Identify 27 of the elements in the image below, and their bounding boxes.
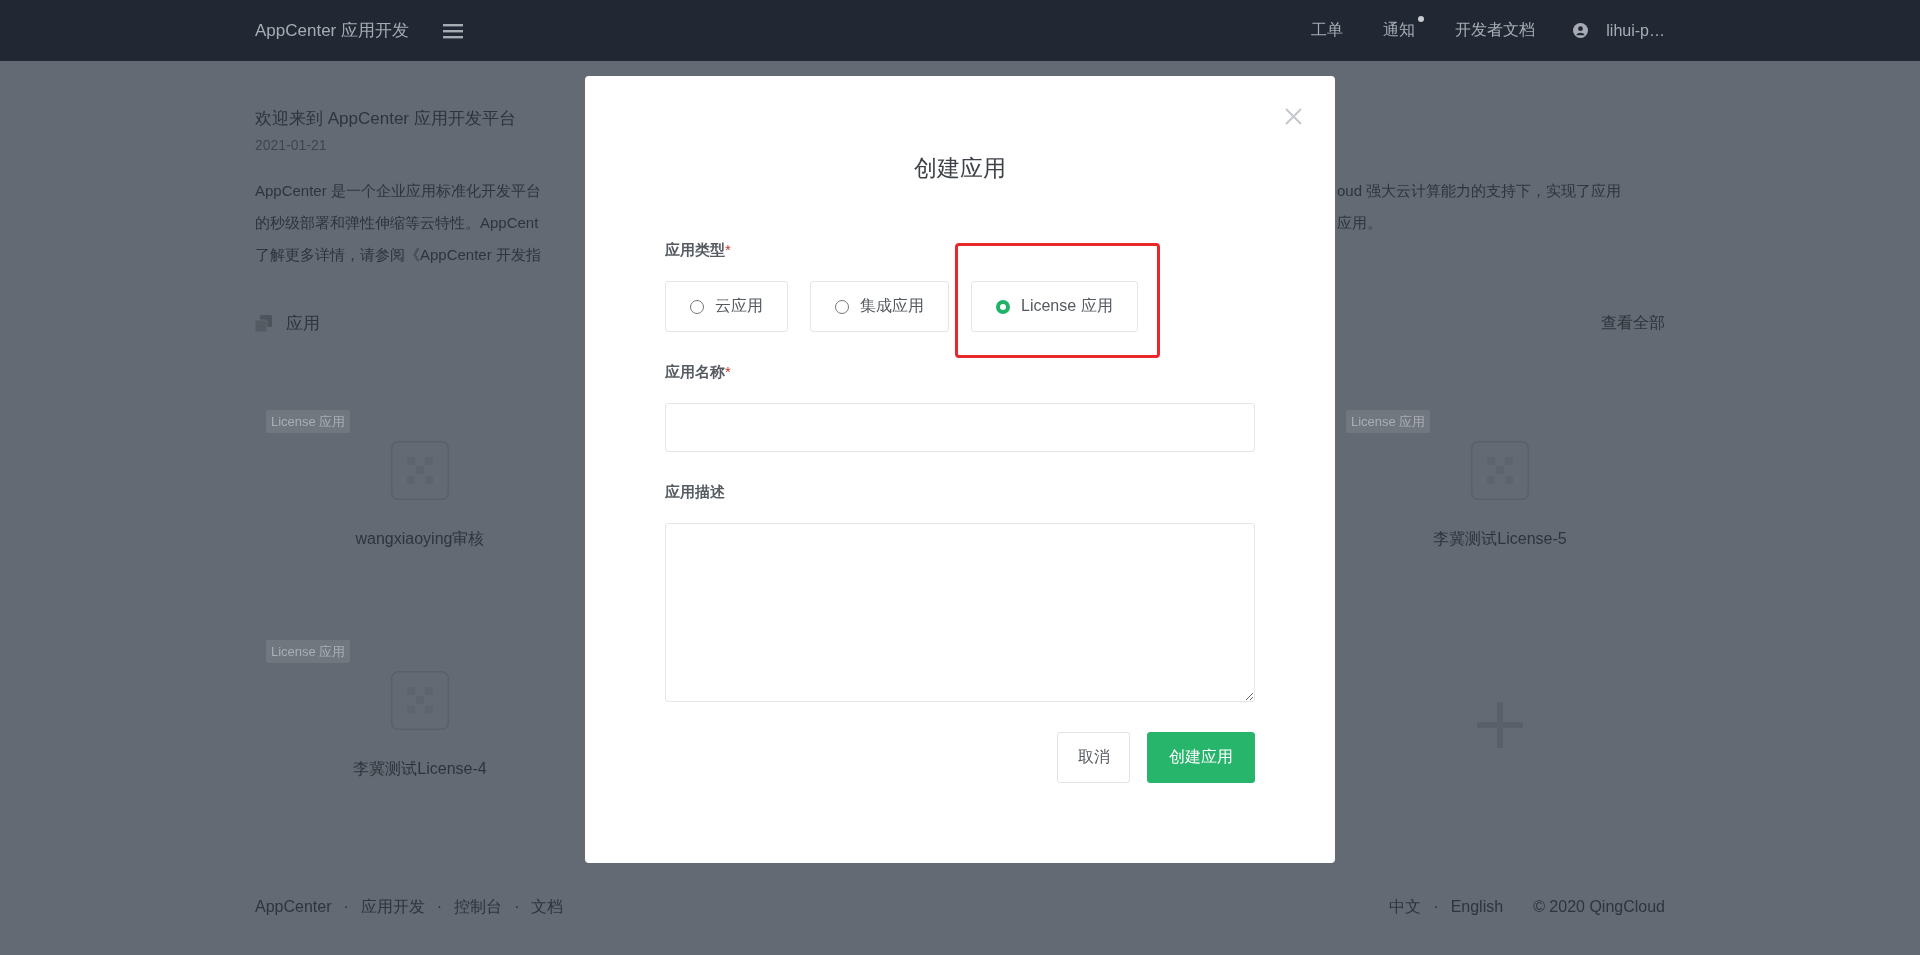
cancel-button[interactable]: 取消 — [1057, 732, 1130, 783]
footer-separator: · — [436, 897, 443, 917]
footer-separator: · — [1433, 897, 1439, 917]
copyright-text: © 2020 QingCloud — [1533, 897, 1665, 917]
close-icon[interactable] — [1285, 108, 1302, 125]
nav-link[interactable]: 通知 — [1383, 20, 1416, 41]
radio-option[interactable]: 集成应用 — [810, 281, 949, 332]
user-name[interactable]: lihui-p… — [1606, 21, 1665, 40]
create-button[interactable]: 创建应用 — [1147, 732, 1255, 783]
stacked-squares-icon — [255, 314, 272, 332]
name-input-field[interactable] — [665, 403, 1255, 452]
dialog-title: 创建应用 — [913, 154, 1007, 182]
footer-link[interactable]: AppCenter — [255, 897, 332, 917]
user-icon[interactable] — [1573, 23, 1589, 38]
field-label: 应用类型* — [665, 240, 732, 260]
footer-link[interactable]: English — [1450, 897, 1504, 917]
radio-option[interactable]: License 应用 — [971, 281, 1138, 332]
footer-separator: · — [343, 897, 349, 917]
footer-separator: · — [514, 897, 520, 917]
menu-icon[interactable] — [443, 22, 463, 39]
field-label: 应用名称* — [665, 362, 732, 382]
description-field[interactable] — [665, 523, 1255, 702]
radio-option[interactable]: 云应用 — [665, 281, 788, 332]
nav-link[interactable]: 工单 — [1311, 20, 1344, 41]
nav-link[interactable]: 开发者文档 — [1455, 20, 1536, 41]
brand-title[interactable]: AppCenter 应用开发 — [255, 19, 409, 42]
field-label: 应用描述 — [665, 482, 726, 502]
